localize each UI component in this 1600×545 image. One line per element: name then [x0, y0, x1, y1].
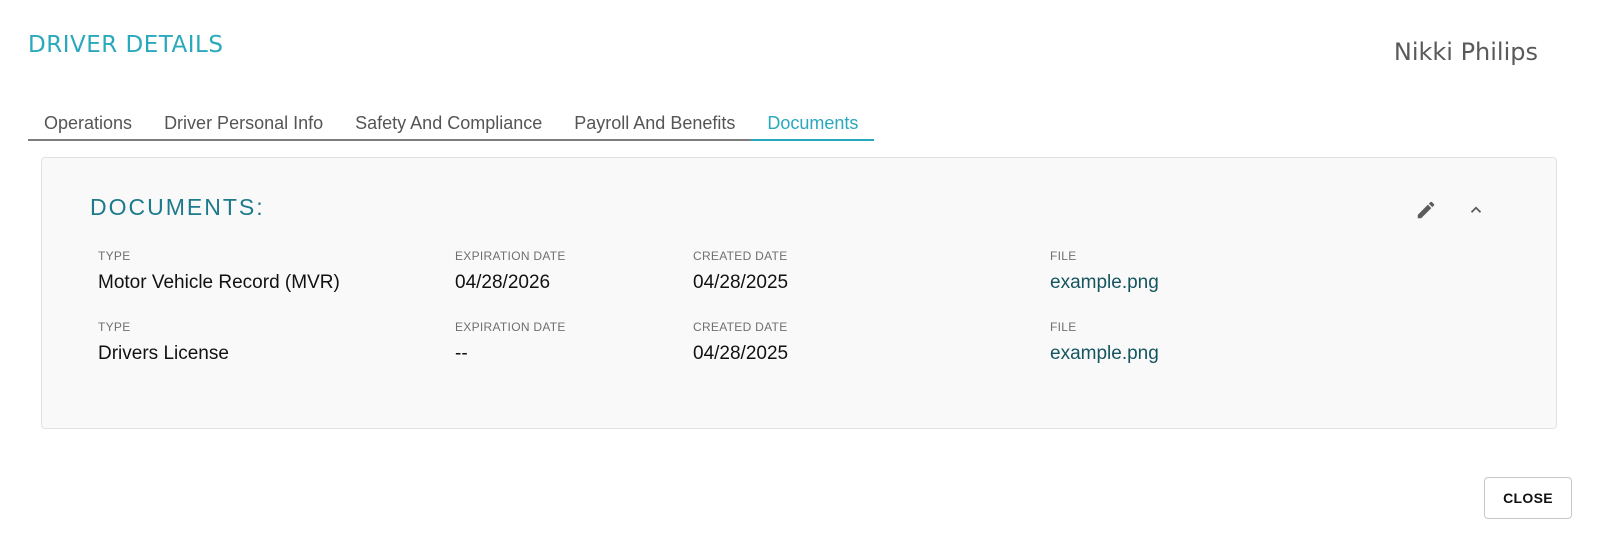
expiration-cell: EXPIRATION DATE -- [455, 317, 566, 365]
driver-details-modal: DRIVER DETAILS Nikki Philips Operations … [0, 0, 1600, 545]
created-cell: CREATED DATE 04/28/2025 [693, 317, 788, 365]
created-label: CREATED DATE [693, 320, 788, 334]
created-value: 04/28/2025 [693, 343, 789, 364]
expiration-label: EXPIRATION DATE [455, 320, 566, 334]
expiration-label: EXPIRATION DATE [455, 249, 566, 263]
file-cell: FILE example.png [1050, 317, 1159, 365]
chevron-up-icon [1470, 206, 1482, 213]
tab-documents[interactable]: Documents [751, 108, 875, 141]
documents-card: DOCUMENTS: TYPE Motor Vehicle Record (MV… [41, 157, 1557, 429]
type-value: Drivers License [98, 343, 229, 364]
created-label: CREATED DATE [693, 249, 788, 263]
created-value: 04/28/2025 [693, 272, 789, 293]
file-link[interactable]: example.png [1050, 272, 1159, 294]
expiration-value: 04/28/2026 [455, 272, 551, 293]
type-cell: TYPE Drivers License [98, 317, 229, 365]
tab-safety-and-compliance[interactable]: Safety And Compliance [339, 108, 558, 141]
page-title: DRIVER DETAILS [28, 32, 224, 58]
file-label: FILE [1050, 320, 1077, 334]
collapse-section-button[interactable] [1462, 196, 1490, 224]
tab-payroll-and-benefits[interactable]: Payroll And Benefits [558, 108, 751, 141]
expiration-cell: EXPIRATION DATE 04/28/2026 [455, 246, 566, 294]
created-cell: CREATED DATE 04/28/2025 [693, 246, 788, 294]
tab-operations[interactable]: Operations [28, 108, 148, 141]
document-row: TYPE Motor Vehicle Record (MVR) EXPIRATI… [98, 246, 1498, 306]
type-label: TYPE [98, 320, 131, 334]
type-label: TYPE [98, 249, 131, 263]
expiration-value: -- [455, 343, 468, 364]
document-row: TYPE Drivers License EXPIRATION DATE -- … [98, 317, 1498, 377]
close-button[interactable]: CLOSE [1484, 477, 1572, 519]
file-cell: FILE example.png [1050, 246, 1159, 294]
edit-documents-button[interactable] [1412, 196, 1440, 224]
pencil-icon [1417, 201, 1435, 219]
type-cell: TYPE Motor Vehicle Record (MVR) [98, 246, 340, 294]
documents-section-title: DOCUMENTS: [90, 194, 265, 220]
file-link[interactable]: example.png [1050, 343, 1159, 365]
tab-bar: Operations Driver Personal Info Safety A… [28, 108, 875, 141]
type-value: Motor Vehicle Record (MVR) [98, 272, 340, 293]
file-label: FILE [1050, 249, 1077, 263]
tab-driver-personal-info[interactable]: Driver Personal Info [148, 108, 339, 141]
driver-name: Nikki Philips [1393, 38, 1538, 66]
